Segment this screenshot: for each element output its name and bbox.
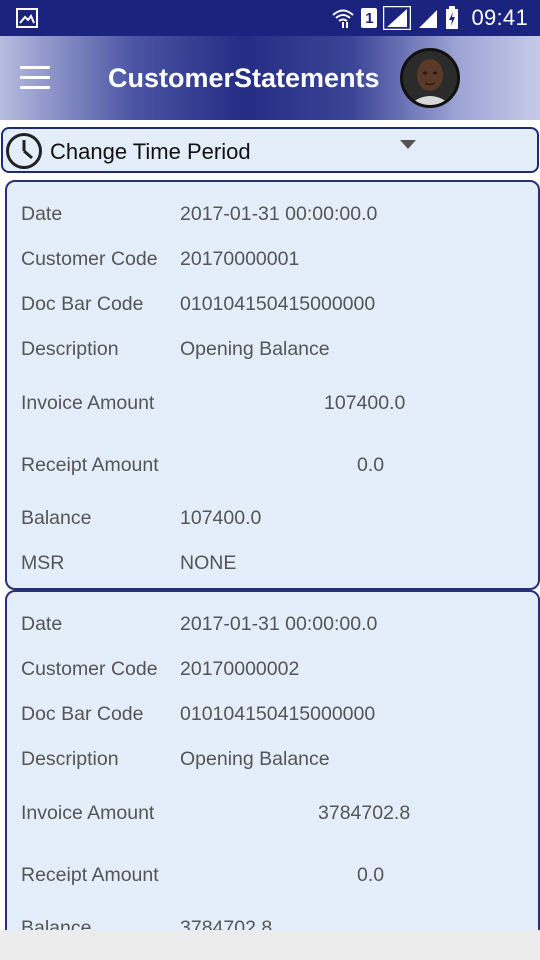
receipt-amount-label: Receipt Amount xyxy=(21,864,159,886)
page-title: CustomerStatements xyxy=(108,63,380,93)
description-label: Description xyxy=(21,338,119,360)
time-period-spinner[interactable]: Change Time Period xyxy=(1,127,539,173)
screen: 1 09:41 CustomerStatements Change Time P… xyxy=(0,0,540,960)
msr-label: MSR xyxy=(21,552,65,574)
clock-time: 09:41 xyxy=(471,5,528,30)
doc-bar-code-value: 010104150415000000 xyxy=(180,703,376,725)
statement-list[interactable]: Date 2017-01-31 00:00:00.0 Customer Code… xyxy=(0,180,540,930)
doc-bar-code-label: Doc Bar Code xyxy=(21,703,144,725)
date-value: 2017-01-31 00:00:00.0 xyxy=(180,203,378,225)
receipt-amount-value: 0.0 xyxy=(357,864,385,886)
balance-label: Balance xyxy=(21,917,92,930)
signal-icon-2 xyxy=(419,10,438,28)
date-label: Date xyxy=(21,613,63,635)
status-bar: 1 09:41 xyxy=(0,0,540,36)
app-bar: CustomerStatements xyxy=(0,36,540,120)
balance-label: Balance xyxy=(21,507,92,529)
customer-code-label: Customer Code xyxy=(21,658,158,680)
date-label: Date xyxy=(21,203,63,225)
customer-code-value: 20170000002 xyxy=(180,658,300,680)
date-value: 2017-01-31 00:00:00.0 xyxy=(180,613,378,635)
spinner-label: Change Time Period xyxy=(50,139,251,164)
menu-icon[interactable] xyxy=(20,66,52,90)
description-value: Opening Balance xyxy=(180,748,330,770)
statement-card[interactable]: Date 2017-01-31 00:00:00.0 Customer Code… xyxy=(5,590,540,930)
wifi-icon xyxy=(332,9,355,28)
invoice-amount-value: 3784702.8 xyxy=(318,802,411,824)
battery-icon xyxy=(446,6,459,29)
gallery-icon xyxy=(16,8,38,28)
signal-icon xyxy=(383,6,412,30)
customer-code-value: 20170000001 xyxy=(180,248,300,270)
msr-value: NONE xyxy=(180,552,237,574)
doc-bar-code-value: 010104150415000000 xyxy=(180,293,376,315)
avatar[interactable] xyxy=(400,48,460,108)
navigation-bar-area xyxy=(0,930,540,960)
status-icons: 1 09:41 xyxy=(331,0,528,36)
invoice-amount-label: Invoice Amount xyxy=(21,802,155,824)
doc-bar-code-label: Doc Bar Code xyxy=(21,293,144,315)
dropdown-arrow-icon[interactable] xyxy=(400,140,416,149)
balance-value: 3784702.8 xyxy=(180,917,273,930)
customer-code-label: Customer Code xyxy=(21,248,158,270)
avatar-image xyxy=(403,51,457,105)
balance-value: 107400.0 xyxy=(180,507,262,529)
invoice-amount-label: Invoice Amount xyxy=(21,392,155,414)
statement-card[interactable]: Date 2017-01-31 00:00:00.0 Customer Code… xyxy=(5,180,540,590)
description-label: Description xyxy=(21,748,119,770)
receipt-amount-value: 0.0 xyxy=(357,454,385,476)
sim-icon: 1 xyxy=(361,8,378,28)
description-value: Opening Balance xyxy=(180,338,330,360)
clock-icon xyxy=(6,133,42,169)
invoice-amount-value: 107400.0 xyxy=(324,392,406,414)
receipt-amount-label: Receipt Amount xyxy=(21,454,159,476)
